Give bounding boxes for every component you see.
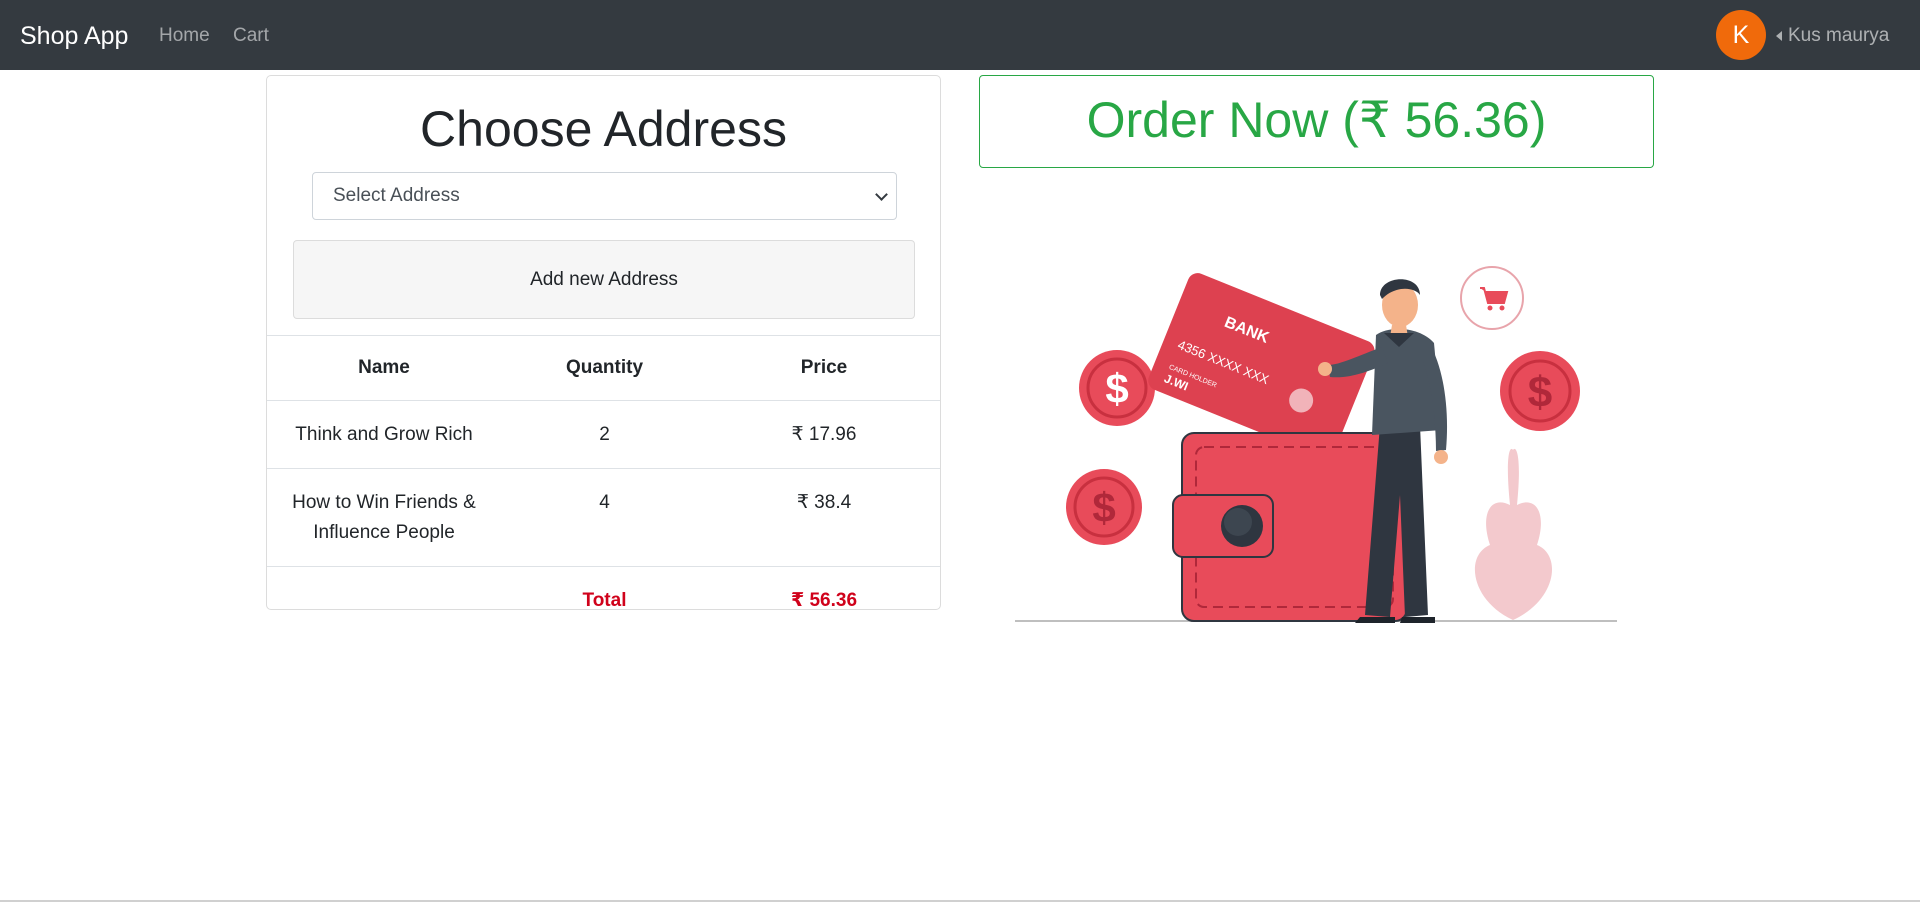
navbar: Shop App Home Cart K Kus maurya [0,0,1920,70]
svg-text:$: $ [1105,365,1128,412]
total-empty-cell [267,566,501,634]
total-label: Total [501,566,708,634]
header-name: Name [267,335,501,401]
choose-address-title: Choose Address [420,101,787,157]
table-row: How to Win Friends & Influence People 4 … [267,468,940,567]
svg-text:$: $ [1528,368,1552,417]
total-value: ₹ 56.36 [708,566,940,634]
table-row: Think and Grow Rich 2 ₹ 17.96 [267,400,940,469]
order-now-button[interactable]: Order Now (₹ 56.36) [979,75,1654,168]
nav-cart-link[interactable]: Cart [233,24,269,48]
item-price: ₹ 17.96 [708,400,940,469]
coin-icon: $ [1500,351,1580,431]
item-price: ₹ 38.4 [708,468,940,567]
user-name: Kus maurya [1788,25,1890,46]
header-quantity: Quantity [501,335,708,401]
address-card: Choose Address Select Address Add new Ad… [266,75,941,634]
svg-text:$: $ [1092,484,1115,531]
coin-icon: $ [1079,350,1155,426]
plant-icon [1474,448,1553,620]
item-quantity: 2 [501,400,708,469]
coin-icon: $ [1066,469,1142,545]
caret-left-icon [1776,31,1782,41]
cart-table: Name Quantity Price Think and Grow Rich … [267,335,940,634]
total-row: Total ₹ 56.36 [267,566,940,634]
user-avatar[interactable]: K [1716,10,1766,60]
item-quantity: 4 [501,468,708,567]
item-name: How to Win Friends & Influence People [267,468,501,567]
header-price: Price [708,335,940,401]
cart-icon [1460,266,1524,330]
chevron-down-icon [875,188,888,201]
add-address-button[interactable]: Add new Address [293,240,915,319]
nav-home-link[interactable]: Home [159,24,210,48]
item-name: Think and Grow Rich [267,400,501,469]
address-select-value: Select Address [333,185,460,206]
user-menu-toggle[interactable]: Kus maurya [1776,24,1889,48]
table-header-row: Name Quantity Price [267,335,940,401]
wallet-illustration: $ $ $ BANK 4356 XXXX XXX CARD HOLDER J.W… [1015,266,1617,623]
brand-link[interactable]: Shop App [20,20,128,52]
address-select[interactable]: Select Address [312,172,897,220]
